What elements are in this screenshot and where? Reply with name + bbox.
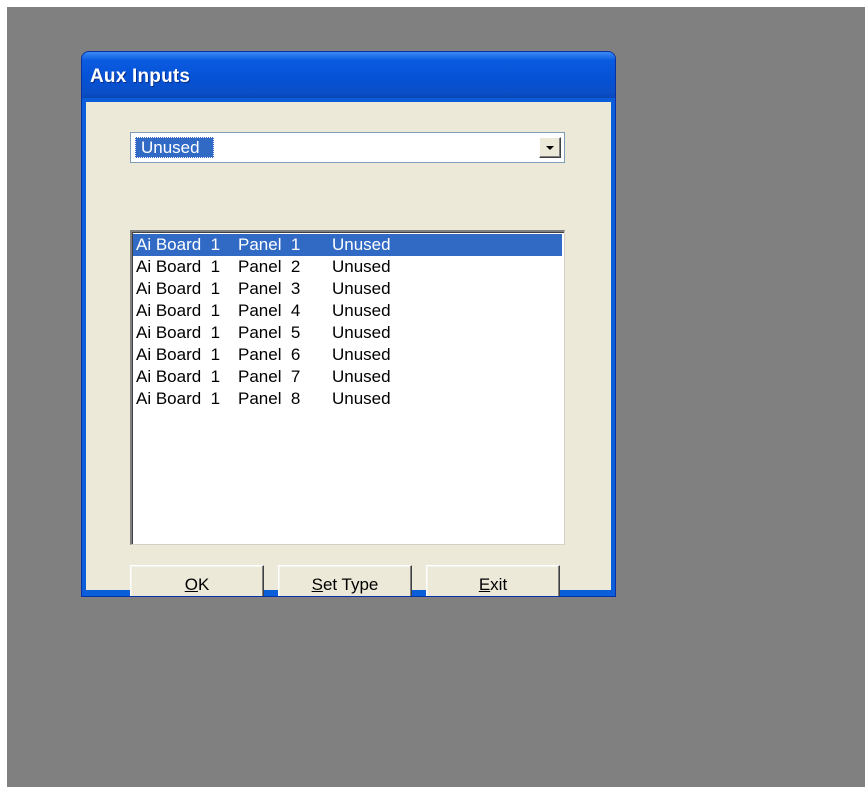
list-item-board: Ai Board 1 [136, 235, 221, 254]
list-item-board: Ai Board 1 [136, 389, 221, 408]
list-item-board: Ai Board 1 [136, 279, 221, 298]
dialog-client-area: Unused Ai Board 1 Panel 1 Unused Ai Board 1… [86, 102, 611, 596]
set-type-button[interactable]: Set Type [278, 565, 412, 596]
list-item-status: Unused [332, 323, 391, 342]
list-item-board: Ai Board 1 [136, 345, 221, 364]
ok-button[interactable]: OK [130, 565, 264, 596]
list-item-status: Unused [332, 301, 391, 320]
combobox-dropdown-button[interactable] [539, 137, 561, 158]
exit-button-mnemonic: E [478, 575, 491, 594]
list-item-panel: Panel 6 [238, 345, 301, 364]
desktop-background: Aux Inputs Unused Ai Board 1 Panel 1 Unuse… [7, 7, 865, 787]
list-item[interactable]: Ai Board 1 Panel 2 Unused [133, 256, 562, 278]
aux-inputs-dialog: Aux Inputs Unused Ai Board 1 Panel 1 Unuse… [81, 51, 616, 597]
list-item-status: Unused [332, 345, 391, 364]
list-item-panel: Panel 2 [238, 257, 301, 276]
title-bar[interactable]: Aux Inputs [82, 52, 615, 98]
exit-button-label: xit [490, 575, 508, 594]
button-row: OK Set Type Exit [130, 565, 565, 596]
combobox-selected-value: Unused [135, 137, 214, 158]
list-item-panel: Panel 8 [238, 389, 301, 408]
list-item-status: Unused [332, 257, 391, 276]
list-item-board: Ai Board 1 [136, 257, 221, 276]
list-item-panel: Panel 7 [238, 367, 301, 386]
aux-inputs-listbox[interactable]: Ai Board 1 Panel 1 Unused Ai Board 1 Panel 2… [130, 230, 565, 545]
list-item-board: Ai Board 1 [136, 301, 221, 320]
ok-button-label: K [197, 575, 210, 594]
list-item-board: Ai Board 1 [136, 367, 221, 386]
list-item[interactable]: Ai Board 1 Panel 5 Unused [133, 322, 562, 344]
list-item-status: Unused [332, 367, 391, 386]
list-item[interactable]: Ai Board 1 Panel 3 Unused [133, 278, 562, 300]
list-item-board: Ai Board 1 [136, 323, 221, 342]
list-item-panel: Panel 3 [238, 279, 301, 298]
list-item-panel: Panel 1 [238, 235, 301, 254]
ok-button-mnemonic: O [184, 575, 198, 594]
list-item-status: Unused [332, 235, 391, 254]
list-item[interactable]: Ai Board 1 Panel 8 Unused [133, 388, 562, 410]
list-item[interactable]: Ai Board 1 Panel 1 Unused [133, 234, 562, 256]
list-item[interactable]: Ai Board 1 Panel 4 Unused [133, 300, 562, 322]
window-title: Aux Inputs [90, 66, 191, 87]
list-item-panel: Panel 4 [238, 301, 301, 320]
list-item[interactable]: Ai Board 1 Panel 6 Unused [133, 344, 562, 366]
list-item-panel: Panel 5 [238, 323, 301, 342]
list-item-status: Unused [332, 389, 391, 408]
type-combobox[interactable]: Unused [130, 132, 565, 163]
set-type-button-label: et Type [322, 575, 379, 594]
set-type-button-mnemonic: S [311, 575, 323, 594]
list-item[interactable]: Ai Board 1 Panel 7 Unused [133, 366, 562, 388]
list-item-status: Unused [332, 279, 391, 298]
chevron-down-icon [546, 146, 554, 150]
exit-button[interactable]: Exit [426, 565, 560, 596]
